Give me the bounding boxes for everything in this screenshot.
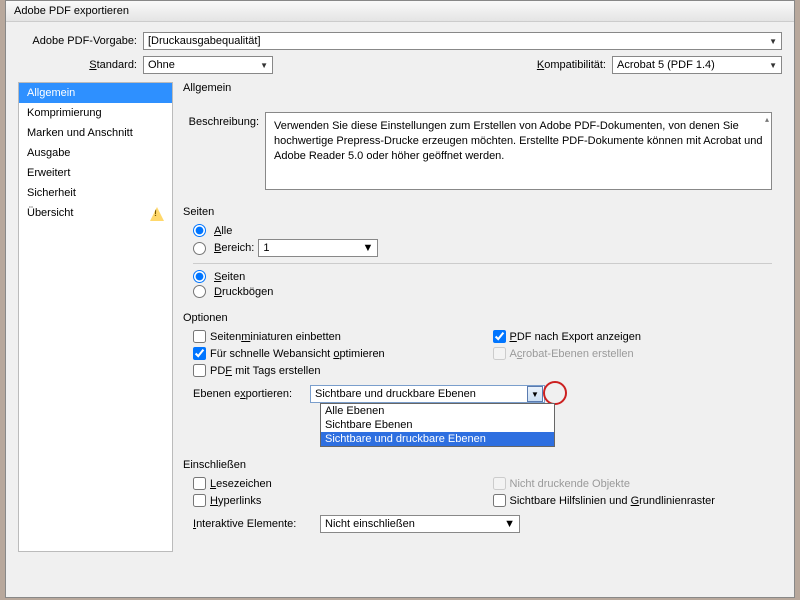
compat-label: Kompatibilität: [537,59,612,71]
acrobat-layers-checkbox [493,347,506,360]
window-title: Adobe PDF exportieren [14,5,129,17]
fast-web-checkbox[interactable] [193,347,206,360]
pages-spreads-label: Druckbögen [214,286,273,298]
nonprinting-checkbox [493,477,506,490]
export-layers-select[interactable]: Sichtbare und druckbare Ebenen ▼ [310,385,545,403]
chevron-down-icon: ▼ [504,518,515,530]
pages-pages-label: Seiten [214,271,245,283]
export-layers-dropdown: Alle Ebenen Sichtbare Ebenen Sichtbare u… [320,403,555,447]
thumbnails-label: Seitenminiaturen einbetten [210,331,341,343]
hyperlinks-checkbox[interactable] [193,494,206,507]
options-group-title: Optionen [183,312,772,324]
guides-checkbox[interactable] [493,494,506,507]
chevron-down-icon: ▼ [362,242,373,254]
include-group-title: Einschließen [183,459,772,471]
thumbnails-checkbox[interactable] [193,330,206,343]
bookmarks-checkbox[interactable] [193,477,206,490]
fast-web-label: Für schnelle Webansicht optimieren [210,348,385,360]
dropdown-item-all[interactable]: Alle Ebenen [321,404,554,418]
sidebar-item-general[interactable]: Allgemein [19,83,172,103]
hyperlinks-label: Hyperlinks [210,495,261,507]
sidebar-item-summary[interactable]: Übersicht [19,203,172,223]
preset-label: Adobe PDF-Vorgabe: [18,35,143,47]
view-after-label: PDF nach Export anzeigen [510,331,641,343]
pages-range-label: Bereich: [214,242,254,254]
sidebar-item-advanced[interactable]: Erweitert [19,163,172,183]
sidebar-item-compression[interactable]: Komprimierung [19,103,172,123]
export-layers-label: Ebenen exportieren: [193,388,310,400]
interactive-label: Interaktive Elemente: [193,518,320,530]
description-label: Beschreibung: [183,112,265,128]
sidebar: Allgemein Komprimierung Marken und Ansch… [18,82,173,552]
pages-range-input[interactable]: 1▼ [258,239,378,257]
pages-spreads-radio[interactable] [193,285,206,298]
bookmarks-label: Lesezeichen [210,478,272,490]
pages-pages-radio[interactable] [193,270,206,283]
chevron-down-icon: ▼ [769,61,777,70]
panel-title: Allgemein [183,82,772,94]
dropdown-item-visible-printable[interactable]: Sichtbare und druckbare Ebenen [321,432,554,446]
standard-label: Standard: [18,59,143,71]
export-pdf-window: Adobe PDF exportieren Adobe PDF-Vorgabe:… [5,0,795,598]
tagged-label: PDF mit Tags erstellen [210,365,320,377]
view-after-checkbox[interactable] [493,330,506,343]
guides-label: Sichtbare Hilfslinien und Grundlinienras… [510,495,715,507]
scroll-up-icon[interactable]: ▴ [765,115,769,126]
general-panel: Allgemein Beschreibung: Verwenden Sie di… [173,82,782,552]
preset-select[interactable]: [Druckausgabequalität]▼ [143,32,782,50]
pages-all-radio[interactable] [193,224,206,237]
titlebar: Adobe PDF exportieren [6,1,794,22]
compat-select[interactable]: Acrobat 5 (PDF 1.4)▼ [612,56,782,74]
chevron-down-icon[interactable]: ▼ [527,386,543,402]
annotation-circle [543,381,567,405]
chevron-down-icon: ▼ [769,37,777,46]
sidebar-item-output[interactable]: Ausgabe [19,143,172,163]
standard-select[interactable]: Ohne▼ [143,56,273,74]
dropdown-item-visible[interactable]: Sichtbare Ebenen [321,418,554,432]
warning-icon [150,207,164,221]
sidebar-item-security[interactable]: Sicherheit [19,183,172,203]
pages-range-radio[interactable] [193,242,206,255]
pages-group-title: Seiten [183,206,772,218]
nonprinting-label: Nicht druckende Objekte [510,478,630,490]
tagged-checkbox[interactable] [193,364,206,377]
sidebar-item-marks[interactable]: Marken und Anschnitt [19,123,172,143]
interactive-select[interactable]: Nicht einschließen▼ [320,515,520,533]
description-textarea[interactable]: Verwenden Sie diese Einstellungen zum Er… [265,112,772,190]
acrobat-layers-label: Acrobat-Ebenen erstellen [510,348,634,360]
chevron-down-icon: ▼ [260,61,268,70]
pages-all-label: Alle [214,225,232,237]
